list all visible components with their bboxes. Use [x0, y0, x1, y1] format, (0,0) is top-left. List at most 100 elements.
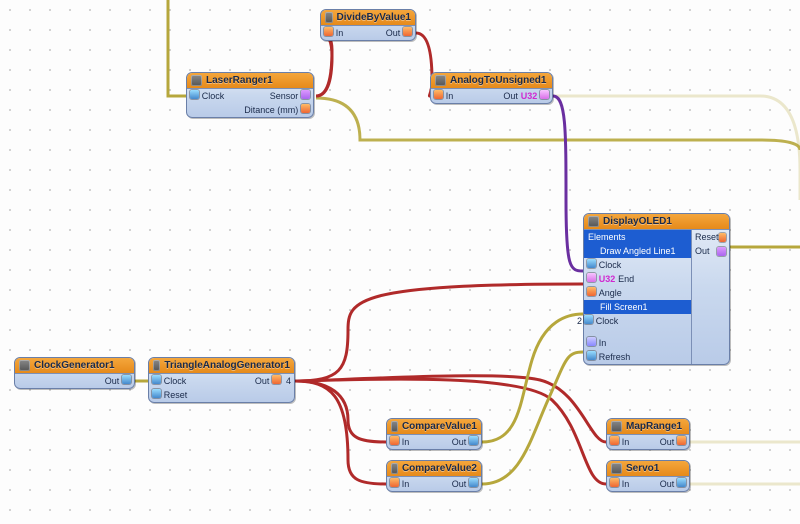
port-out[interactable] — [677, 436, 686, 445]
title-text: LaserRanger1 — [206, 75, 273, 86]
node-title: Servo1 — [607, 461, 689, 477]
node-map-range[interactable]: MapRange1 In Out — [606, 418, 690, 450]
port-in-label: In — [446, 91, 454, 101]
port-clock[interactable] — [152, 375, 161, 384]
port-reset[interactable] — [152, 389, 161, 398]
node-clock-generator[interactable]: ClockGenerator1 Out — [14, 357, 135, 389]
port-end[interactable] — [587, 273, 596, 282]
node-laser-ranger[interactable]: LaserRanger1 Clock Sensor Ditance (mm) — [186, 72, 314, 118]
component-icon — [391, 421, 398, 432]
title-text: CompareValue2 — [402, 463, 477, 474]
port-clock[interactable] — [190, 90, 199, 99]
port-in[interactable] — [324, 27, 333, 36]
port-distance-label: Ditance (mm) — [244, 105, 298, 115]
port-out-label: Out — [660, 437, 675, 447]
port-out-label: Out — [105, 376, 120, 386]
port-clock1[interactable] — [587, 259, 596, 268]
port-out-label: Out — [503, 91, 518, 101]
oled-elements[interactable]: Elements — [584, 230, 691, 244]
node-analog-to-unsigned[interactable]: AnalogToUnsigned1 In Out U32 — [430, 72, 553, 104]
title-text: DisplayOLED1 — [603, 216, 672, 227]
port-clock2-label: Clock — [596, 316, 619, 326]
node-title: AnalogToUnsigned1 — [431, 73, 552, 89]
node-display-oled[interactable]: DisplayOLED1 Elements Draw Angled Line1 … — [583, 213, 730, 365]
node-title: MapRange1 — [607, 419, 689, 435]
node-title: DisplayOLED1 — [584, 214, 729, 230]
port-u32-marker: U32 — [521, 91, 538, 101]
port-angle-label: Angle — [599, 288, 622, 298]
title-text: TriangleAnalogGenerator1 — [164, 360, 290, 371]
component-icon — [611, 421, 622, 432]
oled-line[interactable]: Draw Angled Line1 — [584, 244, 691, 258]
port-out[interactable] — [403, 27, 412, 36]
port-out[interactable] — [122, 375, 131, 384]
port-out[interactable] — [469, 478, 478, 487]
port-in[interactable] — [610, 478, 619, 487]
node-title: DivideByValue1 — [321, 10, 415, 26]
port-reset[interactable] — [719, 233, 726, 242]
port-out-label: Out — [255, 376, 270, 386]
oled-fill[interactable]: Fill Screen1 — [584, 300, 691, 314]
port-refresh[interactable] — [587, 351, 596, 360]
port-out-label: Out — [386, 28, 401, 38]
node-divide[interactable]: DivideByValue1 In Out — [320, 9, 416, 41]
port-in-label: In — [336, 28, 344, 38]
node-title: ClockGenerator1 — [15, 358, 134, 374]
port-clock-label: Clock — [164, 376, 187, 386]
title-text: DivideByValue1 — [337, 12, 411, 23]
port-out-label: Out — [660, 479, 675, 489]
port-in[interactable] — [610, 436, 619, 445]
fanout-badge: 4 — [286, 376, 291, 386]
port-in-label: In — [402, 479, 410, 489]
port-oled-out[interactable] — [717, 247, 726, 256]
port-in[interactable] — [587, 337, 596, 346]
port-end-label: End — [618, 274, 634, 284]
component-icon — [191, 75, 202, 86]
node-triangle-generator[interactable]: TriangleAnalogGenerator1 Clock Out 4 Res… — [148, 357, 295, 403]
component-icon — [611, 463, 622, 474]
title-text: AnalogToUnsigned1 — [450, 75, 546, 86]
port-out-label: Out — [452, 437, 467, 447]
component-icon — [588, 216, 599, 227]
port-out[interactable] — [272, 375, 281, 384]
port-in[interactable] — [390, 478, 399, 487]
title-text: CompareValue1 — [402, 421, 477, 432]
diagram-canvas[interactable]: ClockGenerator1 Out TriangleAnalogGenera… — [0, 0, 800, 524]
title-text: Servo1 — [626, 463, 659, 474]
port-in[interactable] — [434, 90, 443, 99]
node-title: CompareValue1 — [387, 419, 481, 435]
port-end-u32: U32 — [599, 274, 616, 284]
component-icon — [153, 360, 160, 371]
title-text: ClockGenerator1 — [34, 360, 115, 371]
title-text: MapRange1 — [626, 421, 682, 432]
node-compare-2[interactable]: CompareValue2 In Out — [386, 460, 482, 492]
fanin-badge: 2 — [577, 316, 582, 326]
component-icon — [19, 360, 30, 371]
port-in-label: In — [402, 437, 410, 447]
port-out-label: Out — [452, 479, 467, 489]
port-sensor[interactable] — [301, 90, 310, 99]
port-clock-label: Clock — [202, 91, 225, 101]
node-servo[interactable]: Servo1 In Out — [606, 460, 690, 492]
port-out[interactable] — [469, 436, 478, 445]
port-distance[interactable] — [301, 104, 310, 113]
node-title: TriangleAnalogGenerator1 — [149, 358, 294, 374]
port-out[interactable] — [540, 90, 549, 99]
port-sensor-label: Sensor — [270, 91, 299, 101]
component-icon — [325, 12, 333, 23]
port-reset-label: Reset — [695, 232, 719, 242]
port-clock1-label: Clock — [599, 260, 622, 270]
port-out[interactable] — [677, 478, 686, 487]
node-title: LaserRanger1 — [187, 73, 313, 89]
node-title: CompareValue2 — [387, 461, 481, 477]
port-reset-label: Reset — [164, 390, 188, 400]
port-clock2[interactable] — [584, 315, 593, 324]
port-angle[interactable] — [587, 287, 596, 296]
component-icon — [391, 463, 398, 474]
port-in-label: In — [599, 338, 607, 348]
port-in-label: In — [622, 437, 630, 447]
port-in[interactable] — [390, 436, 399, 445]
node-compare-1[interactable]: CompareValue1 In Out — [386, 418, 482, 450]
component-icon — [435, 75, 446, 86]
port-oled-out-label: Out — [695, 246, 710, 256]
